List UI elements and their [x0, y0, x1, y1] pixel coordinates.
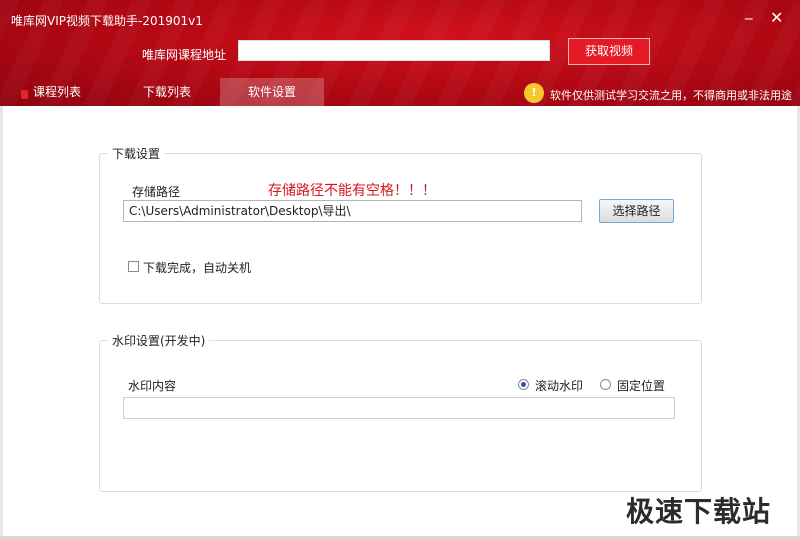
close-button[interactable]: ✕ [770, 10, 783, 26]
notice-icon: ! [524, 83, 544, 103]
scrolling-watermark-label[interactable]: 滚动水印 [535, 377, 583, 394]
choose-path-button[interactable]: 选择路径 [599, 199, 674, 223]
download-settings-title: 下载设置 [108, 145, 165, 162]
scrolling-watermark-radio[interactable] [518, 379, 529, 390]
watermark-settings-title: 水印设置(开发中) [108, 332, 210, 349]
watermark-content-input[interactable] [123, 397, 675, 419]
download-settings-group: 下载设置 [99, 145, 702, 304]
minimize-button[interactable]: _ [745, 4, 753, 19]
path-warning: 存储路径不能有空格！！！ [268, 183, 436, 199]
site-watermark: 极速下载站 [626, 495, 772, 528]
app-window: 唯库网VIP视频下载助手-201901v1 _ ✕ 唯库网课程地址 获取视频 课… [0, 0, 800, 539]
storage-path-label: 存储路径 [132, 185, 181, 199]
tab-download-list[interactable]: 下载列表 [120, 78, 214, 106]
auto-shutdown-label[interactable]: 下载完成，自动关机 [143, 259, 251, 276]
course-url-input[interactable] [238, 40, 550, 61]
course-url-label: 唯库网课程地址 [142, 48, 227, 62]
title-bar: 唯库网VIP视频下载助手-201901v1 _ ✕ 唯库网课程地址 获取视频 课… [0, 0, 800, 106]
fixed-position-label[interactable]: 固定位置 [617, 377, 665, 394]
tab-course-list[interactable]: 课程列表 [10, 78, 104, 106]
watermark-content-label: 水印内容 [128, 379, 177, 393]
window-title: 唯库网VIP视频下载助手-201901v1 [11, 14, 203, 28]
fetch-video-button[interactable]: 获取视频 [568, 38, 650, 65]
tab-software-settings[interactable]: 软件设置 [220, 78, 324, 106]
fixed-position-radio[interactable] [600, 379, 611, 390]
frame-left [0, 106, 3, 539]
auto-shutdown-checkbox[interactable] [128, 261, 139, 272]
usage-notice: 软件仅供测试学习交流之用，不得商用或非法用途 [550, 89, 792, 102]
storage-path-input[interactable]: C:\Users\Administrator\Desktop\导出\ [123, 200, 582, 222]
